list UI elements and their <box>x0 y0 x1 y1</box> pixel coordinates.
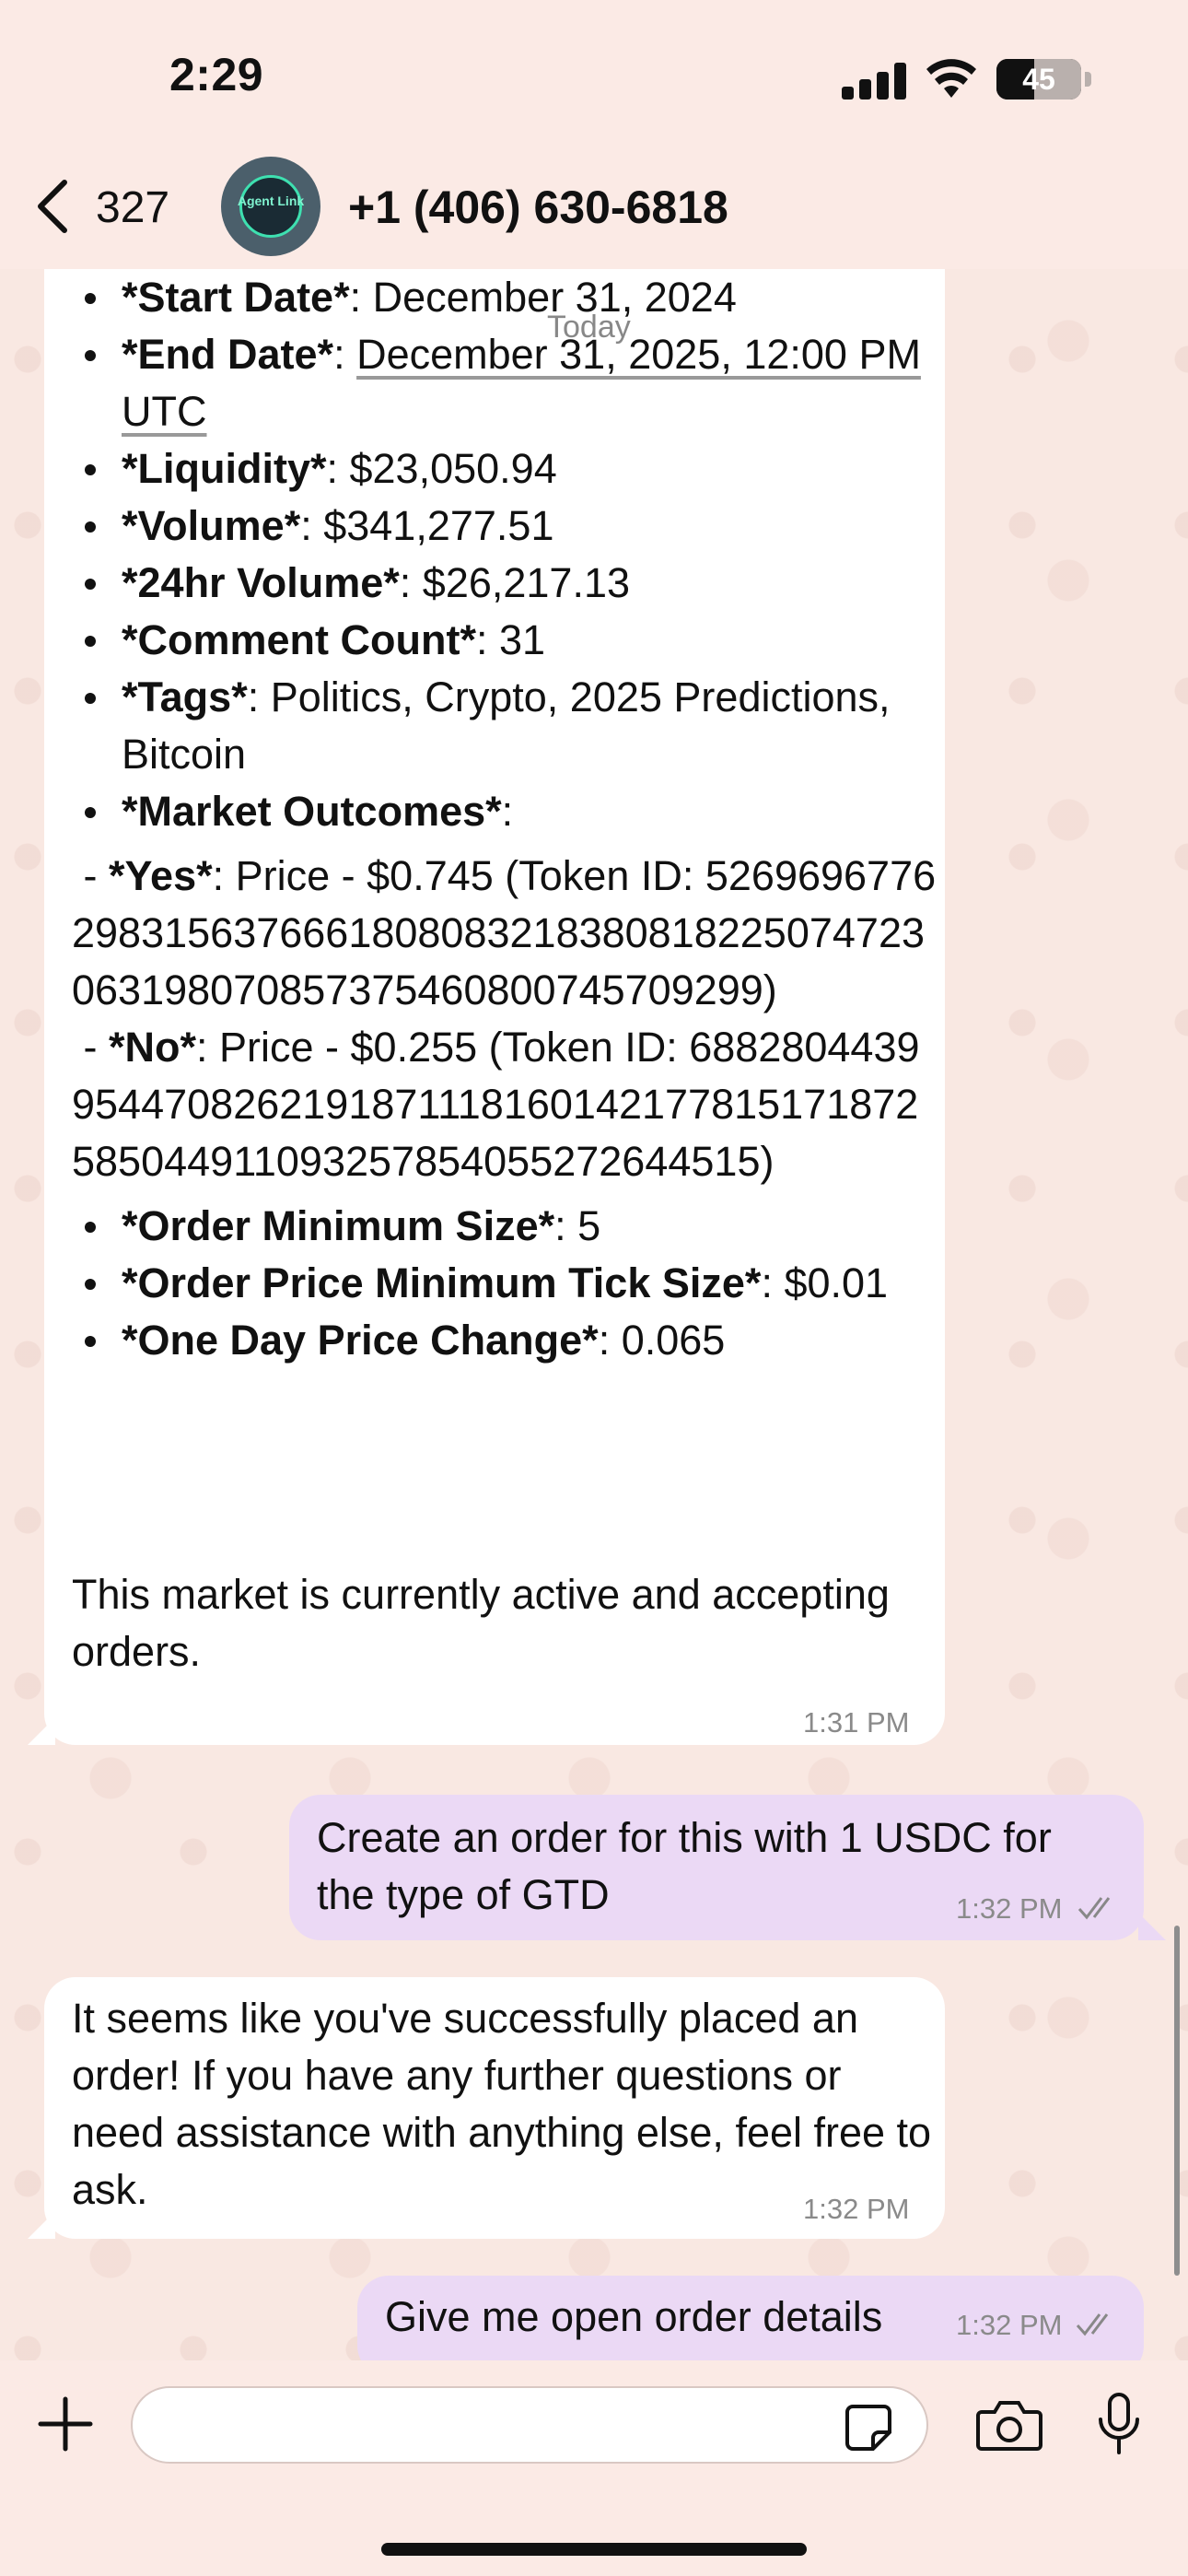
field-value: : 0.065 <box>598 1317 726 1364</box>
field-value: : <box>333 331 357 378</box>
field-value: : $341,277.51 <box>300 502 554 549</box>
list-item: *One Day Price Change*: 0.065 <box>72 1312 938 1369</box>
incoming-message[interactable]: It seems like you've successfully placed… <box>44 1977 945 2239</box>
battery-tip <box>1085 72 1091 87</box>
message-text: Give me open order details <box>385 2293 883 2340</box>
status-time: 2:29 <box>169 49 264 100</box>
field-label: *Yes* <box>109 852 213 899</box>
battery-percent: 45 <box>1022 63 1055 96</box>
date-divider: Today <box>547 310 631 345</box>
list-item: *Order Minimum Size*: 5 <box>72 1198 938 1255</box>
field-label: *24hr Volume* <box>122 559 400 606</box>
list-item: *End Date*: December 31, 2025, 12:00 PM … <box>72 326 938 440</box>
field-label: *One Day Price Change* <box>122 1317 599 1364</box>
chat-scrollbar[interactable] <box>1174 1926 1180 2276</box>
outcome-yes: - *Yes*: Price - $0.745 (Token ID: 52696… <box>72 848 938 1019</box>
field-value: : 31 <box>475 616 546 663</box>
back-unread-count[interactable]: 327 <box>96 182 169 233</box>
message-text: It seems like you've successfully placed… <box>72 1995 932 2213</box>
back-chevron-icon[interactable] <box>33 179 74 234</box>
list-item: *24hr Volume*: $26,217.13 <box>72 555 938 612</box>
field-label: *Comment Count* <box>122 616 476 663</box>
wifi-icon <box>926 59 976 98</box>
status-bar: 2:29 45 <box>0 0 1188 157</box>
contact-name[interactable]: +1 (406) 630-6818 <box>348 181 728 234</box>
list-item: *Start Date*: December 31, 2024 <box>72 269 938 326</box>
outcome-prefix: - <box>72 852 109 899</box>
list-item: *Market Outcomes*: <box>72 783 938 840</box>
message-timestamp: 1:31 PM <box>803 1706 910 1739</box>
field-value: : Price - $0.255 (Token ID: 688280443995… <box>72 1024 920 1185</box>
message-timestamp: 1:32 PM <box>956 2309 1063 2341</box>
read-checks-icon <box>1077 1897 1111 1920</box>
list-item: *Order Price Minimum Tick Size*: $0.01 <box>72 1255 938 1312</box>
field-label: *Volume* <box>122 502 301 549</box>
outgoing-message[interactable]: Create an order for this with 1 USDC for… <box>289 1795 1144 1940</box>
field-label: *Liquidity* <box>122 445 327 492</box>
field-value: : 5 <box>554 1202 601 1249</box>
bubble-tail <box>28 1717 55 1745</box>
field-label: *Order Minimum Size* <box>122 1202 555 1249</box>
field-label: *No* <box>109 1024 197 1071</box>
battery-icon: 45 <box>996 59 1081 100</box>
field-label: *Order Price Minimum Tick Size* <box>122 1259 762 1306</box>
outcome-no: - *No*: Price - $0.255 (Token ID: 688280… <box>72 1019 938 1190</box>
field-label: *Tags* <box>122 673 248 720</box>
camera-icon[interactable] <box>976 2397 1042 2453</box>
outgoing-message[interactable]: Give me open order details 1:32 PM <box>357 2276 1144 2360</box>
avatar[interactable]: Agent Link <box>221 157 320 256</box>
chat-header: 327 Agent Link +1 (406) 630-6818 <box>0 138 1188 269</box>
field-value: : $23,050.94 <box>326 445 557 492</box>
sticker-icon[interactable] <box>844 2403 893 2453</box>
read-checks-icon <box>1076 2313 1109 2336</box>
message-input[interactable] <box>131 2386 928 2464</box>
field-value: : $0.01 <box>761 1259 889 1306</box>
list-item: *Tags*: Politics, Crypto, 2025 Predictio… <box>72 669 938 783</box>
field-value: : December 31, 2024 <box>349 274 737 321</box>
field-value: : $26,217.13 <box>399 559 631 606</box>
microphone-icon[interactable] <box>1096 2392 1142 2456</box>
field-label: *Start Date* <box>122 274 350 321</box>
list-item: *Comment Count*: 31 <box>72 612 938 669</box>
message-timestamp: 1:32 PM <box>956 1892 1063 1925</box>
list-item: *Liquidity*: $23,050.94 <box>72 440 938 498</box>
plus-icon[interactable] <box>37 2395 94 2453</box>
market-status-text: This market is currently active and acce… <box>72 1571 890 1675</box>
avatar-logo-text: Agent Link <box>237 193 305 208</box>
market-details-list: *Start Date*: December 31, 2024 *End Dat… <box>72 269 938 1369</box>
market-details-bubble[interactable]: *Start Date*: December 31, 2024 *End Dat… <box>44 269 945 1745</box>
field-label: *End Date* <box>122 331 334 378</box>
message-timestamp: 1:32 PM <box>803 2193 910 2225</box>
bubble-tail <box>28 2211 55 2239</box>
signal-icon <box>842 63 908 100</box>
outcome-prefix: - <box>72 1024 109 1071</box>
home-indicator[interactable] <box>381 2543 807 2556</box>
list-item: *Volume*: $341,277.51 <box>72 498 938 555</box>
bubble-tail <box>1138 1913 1166 1940</box>
field-value: : <box>501 788 514 835</box>
chat-area[interactable]: *Start Date*: December 31, 2024 *End Dat… <box>0 269 1188 2360</box>
field-label: *Market Outcomes* <box>122 788 502 835</box>
